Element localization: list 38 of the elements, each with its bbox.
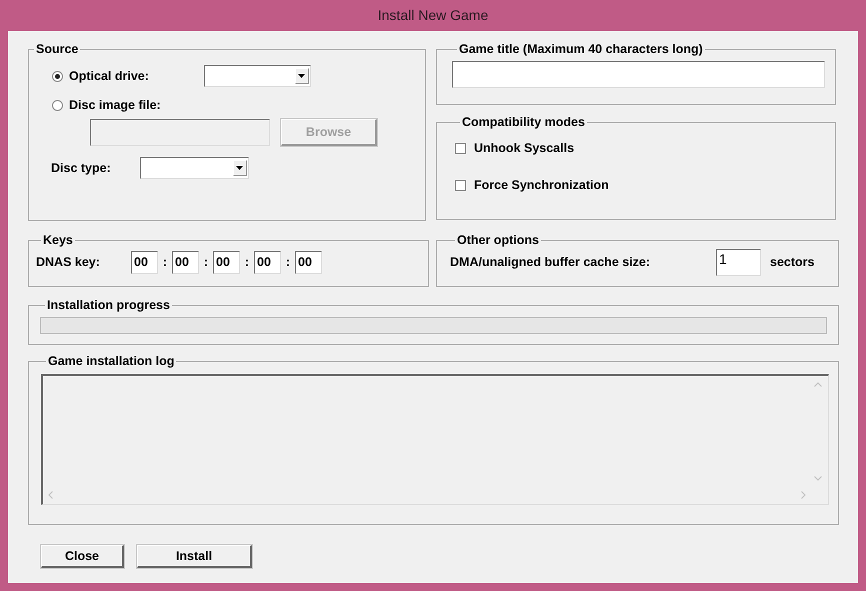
scroll-right-icon[interactable] — [801, 491, 806, 499]
cache-size-field[interactable]: 1 — [716, 248, 761, 276]
key-field[interactable]: 00 — [213, 250, 240, 274]
field-label: DMA/unaligned buffer cache size: — [450, 255, 652, 269]
group-label: Installation progress — [46, 298, 171, 312]
dialog-button[interactable]: Install — [137, 545, 252, 568]
dialog-button[interactable]: Close — [41, 545, 124, 568]
key-field[interactable]: 00 — [254, 250, 281, 274]
scroll-down-icon[interactable] — [814, 476, 822, 481]
key-field[interactable]: 00 — [131, 250, 158, 274]
field-label: Disc type: — [51, 161, 111, 175]
group-label: Other options — [456, 233, 540, 247]
group-label: Game title (Maximum 40 characters long) — [458, 42, 704, 56]
group-label: Compatibility modes — [461, 115, 586, 129]
scroll-left-icon[interactable] — [48, 491, 53, 499]
disc-type-dropdown[interactable] — [140, 157, 249, 179]
drive-dropdown[interactable] — [204, 65, 311, 87]
field-label: DNAS key: — [36, 255, 101, 269]
radio-button[interactable]: Disc image file: — [52, 98, 161, 112]
unit-label: sectors — [770, 255, 814, 269]
caret-icon — [298, 74, 306, 78]
radio-button[interactable]: Optical drive: — [52, 69, 149, 83]
separator: : — [162, 255, 168, 269]
window-title: Install New Game — [376, 6, 490, 25]
checkbox[interactable]: Force Synchronization — [455, 178, 609, 192]
separator: : — [244, 255, 250, 269]
separator: : — [202, 255, 210, 269]
group-label: Source — [35, 42, 80, 56]
group-label: Game installation log — [47, 354, 176, 368]
separator: : — [284, 255, 292, 269]
caret-icon — [236, 166, 244, 170]
input-field[interactable] — [452, 61, 825, 88]
group-label: Keys — [42, 233, 74, 247]
key-field[interactable]: 00 — [295, 250, 322, 274]
key-field[interactable]: 00 — [172, 250, 199, 274]
scroll-up-icon[interactable] — [814, 382, 822, 387]
checkbox[interactable]: Unhook Syscalls — [455, 141, 574, 155]
log-area[interactable] — [41, 374, 829, 505]
